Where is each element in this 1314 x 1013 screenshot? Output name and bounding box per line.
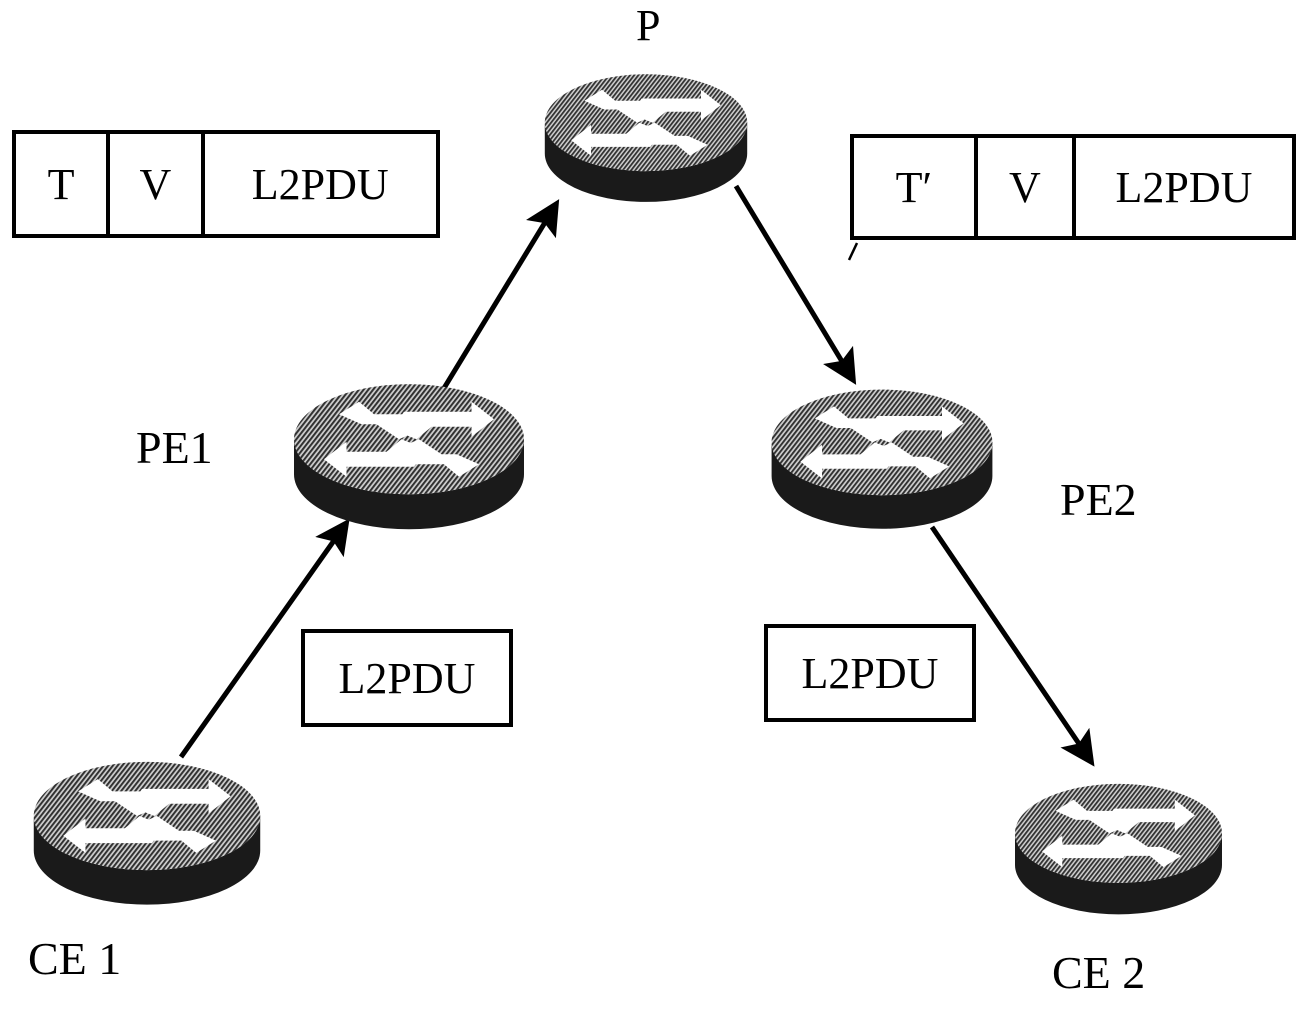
ce2-label: CE 2 [1052, 947, 1146, 998]
packet-tagged-right-field-l2pdu: L2PDU [1115, 162, 1253, 212]
packet-tagged-left-field-l2pdu: L2PDU [251, 159, 389, 209]
router-icon [22, 752, 272, 912]
packet-tagged-left: T V L2PDU [12, 130, 440, 238]
arrow-pe1-to-p [435, 199, 560, 400]
payload-left: L2PDU [301, 629, 513, 727]
ce1-label: CE 1 [28, 933, 122, 984]
router-node-pe1[interactable] [284, 373, 534, 538]
router-icon [1006, 773, 1231, 923]
payload-right: L2PDU [764, 624, 976, 722]
p-label: P [636, 1, 661, 50]
packet-tagged-left-field-v: V [110, 134, 205, 234]
router-icon [536, 62, 756, 212]
router-node-p[interactable] [536, 62, 756, 212]
pe1-label: PE1 [136, 422, 213, 473]
packet-tagged-right-field-v: V [978, 138, 1077, 236]
diagram-canvas: P PE1 PE2 CE 1 CE 2 T V L2PDU T′ V L2PDU L2PDU L2P… [0, 0, 1314, 1013]
packet-tagged-right-field-t-prime: T′ [854, 138, 978, 236]
router-node-ce2[interactable] [1006, 773, 1231, 923]
router-node-ce1[interactable] [22, 752, 272, 912]
pe2-label: PE2 [1060, 474, 1137, 525]
packet-tagged-right: T′ V L2PDU [850, 134, 1296, 240]
packet-tagged-left-field-t: T [16, 134, 111, 234]
router-icon [284, 373, 534, 538]
router-icon [762, 378, 1002, 538]
leader-packet-right [847, 242, 859, 261]
leader-line-group [847, 242, 859, 261]
arrow-p-to-pe2 [733, 184, 857, 385]
router-node-pe2[interactable] [762, 378, 1002, 538]
